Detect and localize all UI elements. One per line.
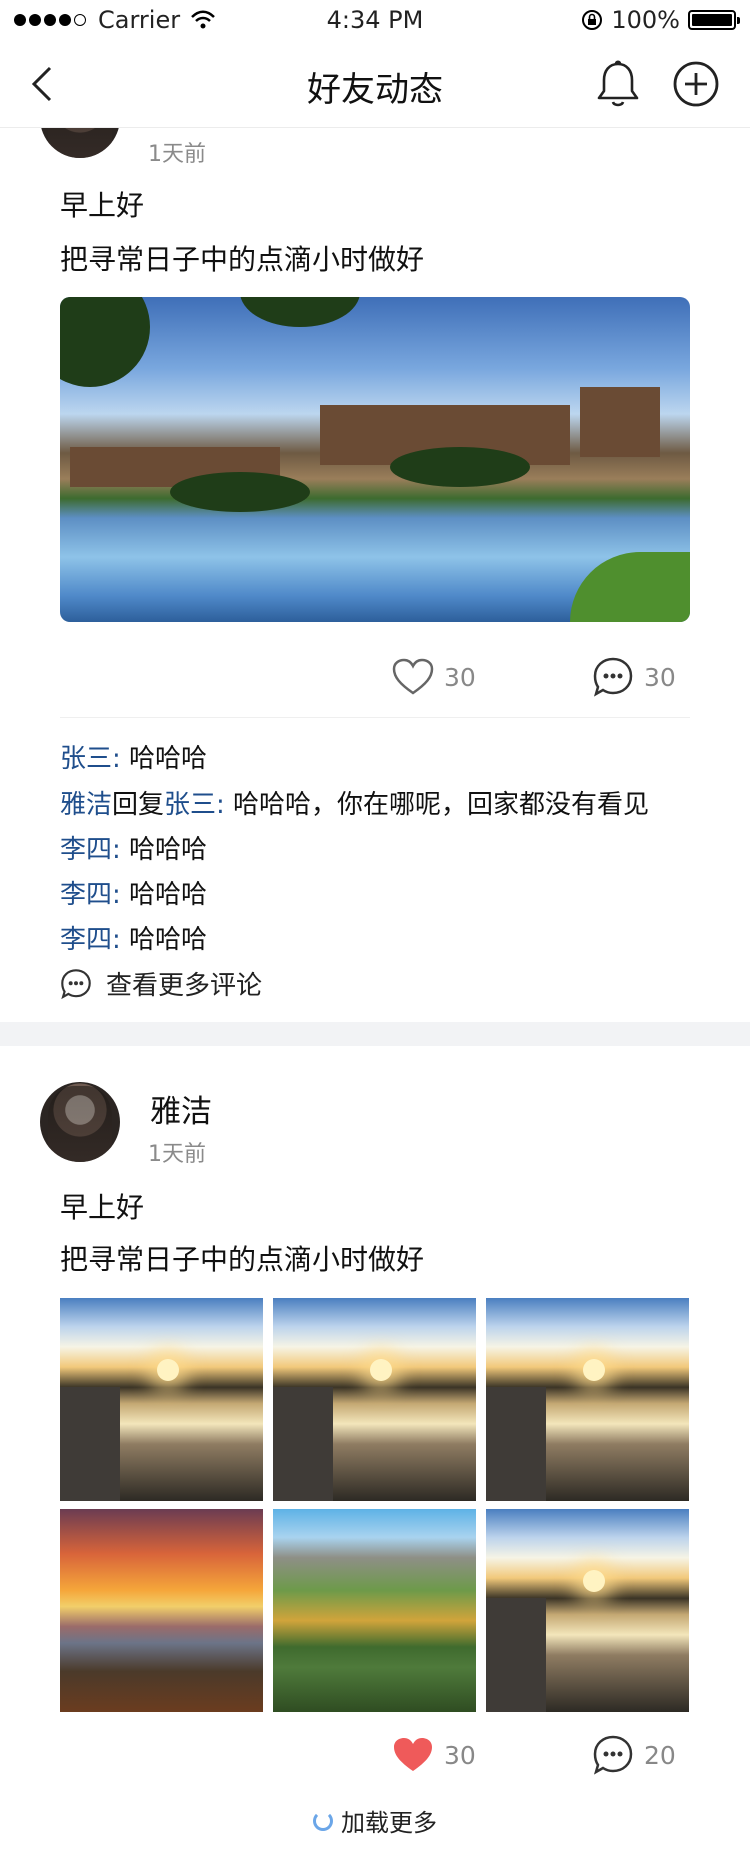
- comment-icon: [61, 968, 91, 999]
- comment-button[interactable]: 20: [592, 1734, 676, 1776]
- comment-user[interactable]: 雅洁: [60, 790, 112, 820]
- like-count: 30: [444, 662, 476, 692]
- heart-icon: [392, 658, 434, 695]
- comment-icon: [593, 657, 633, 697]
- grid-photo[interactable]: [60, 1298, 263, 1501]
- like-count: 30: [444, 1740, 476, 1770]
- post-text-line: 把寻常日子中的点滴小时做好: [60, 1243, 425, 1276]
- comment-user[interactable]: 李四:: [60, 835, 121, 865]
- divider: [60, 717, 690, 718]
- comment-reply-word: 回复: [112, 790, 165, 820]
- post-photo[interactable]: [60, 297, 690, 622]
- comment-row[interactable]: 李四: 哈哈哈: [60, 874, 207, 911]
- comment-row[interactable]: 雅洁回复张三: 哈哈哈，你在哪呢，回家都没有看见: [60, 784, 649, 821]
- grid-photo[interactable]: [486, 1509, 689, 1712]
- loading-spinner-icon: [313, 1810, 333, 1831]
- comment-count: 20: [644, 1740, 676, 1770]
- comment-text: 哈哈哈: [120, 744, 208, 774]
- more-comments-link[interactable]: 查看更多评论: [60, 965, 262, 1002]
- post-time: 1天前: [148, 1142, 206, 1167]
- comment-user[interactable]: 李四:: [60, 880, 121, 910]
- battery-percent: 100%: [611, 6, 680, 34]
- grid-photo[interactable]: [60, 1509, 263, 1712]
- section-divider: [0, 1022, 750, 1046]
- notification-button[interactable]: [594, 58, 642, 110]
- comment-text: 哈哈哈: [120, 880, 208, 910]
- bell-icon: [597, 60, 639, 107]
- grid-photo[interactable]: [273, 1509, 476, 1712]
- post-text-line: 早上好: [60, 1191, 145, 1224]
- heart-filled-icon: [394, 1738, 432, 1771]
- comment-icon: [593, 1735, 633, 1775]
- comment-text: 哈哈哈: [120, 925, 208, 955]
- feed: 1天前 早上好 把寻常日子中的点滴小时做好 30 30 张三: 哈哈哈 雅洁回复…: [0, 0, 750, 1858]
- grid-photo[interactable]: [486, 1298, 689, 1501]
- plus-circle-icon: [673, 61, 719, 107]
- like-button[interactable]: 30: [392, 1736, 476, 1774]
- comment-row[interactable]: 李四: 哈哈哈: [60, 919, 207, 956]
- post-author-name[interactable]: 雅洁: [150, 1086, 212, 1131]
- comment-reply-to[interactable]: 张三:: [164, 790, 225, 820]
- battery-icon: [688, 10, 740, 30]
- nav-bar: 好友动态: [0, 40, 750, 128]
- post-text-line: 早上好: [60, 189, 145, 222]
- rotation-lock-icon: [582, 10, 603, 30]
- like-button[interactable]: 30: [392, 658, 476, 696]
- comment-text: 哈哈哈，你在哪呢，回家都没有看见: [224, 790, 650, 820]
- comment-count: 30: [644, 662, 676, 692]
- comment-user[interactable]: 张三:: [60, 744, 121, 774]
- status-bar: Carrier 4:34 PM 100%: [0, 0, 750, 40]
- comment-button[interactable]: 30: [592, 656, 676, 698]
- load-more-label: 加载更多: [341, 1809, 437, 1837]
- avatar[interactable]: [40, 1082, 120, 1162]
- grid-photo[interactable]: [273, 1298, 476, 1501]
- photo-grid: [60, 1298, 690, 1712]
- load-more-button[interactable]: 加载更多: [0, 1803, 750, 1838]
- add-post-button[interactable]: [670, 58, 722, 110]
- post-time: 1天前: [148, 142, 206, 167]
- comment-user[interactable]: 李四:: [60, 925, 121, 955]
- post-text-line: 把寻常日子中的点滴小时做好: [60, 243, 425, 276]
- comment-row[interactable]: 张三: 哈哈哈: [60, 738, 207, 775]
- comment-row[interactable]: 李四: 哈哈哈: [60, 829, 207, 866]
- more-comments-label: 查看更多评论: [106, 971, 263, 1001]
- comment-text: 哈哈哈: [120, 835, 208, 865]
